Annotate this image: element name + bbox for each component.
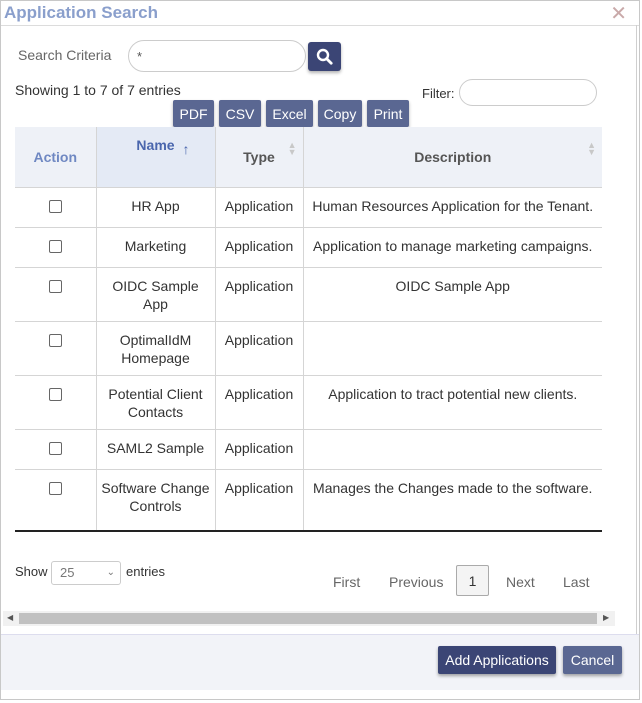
column-header-description[interactable]: Description ▲ ▼ — [302, 127, 602, 188]
row-type: Application — [214, 267, 304, 322]
table-row: Software Change Controls Application Man… — [15, 469, 602, 530]
column-header-type[interactable]: Type ▲ ▼ — [214, 127, 304, 188]
row-select-checkbox[interactable] — [48, 388, 62, 401]
row-type: Application — [214, 187, 304, 228]
column-header-action: Action — [15, 127, 97, 188]
row-name: Software Change Controls — [95, 469, 216, 530]
export-csv-button[interactable]: CSV — [219, 100, 261, 127]
row-name: SAML2 Sample — [95, 429, 216, 470]
row-action-cell — [15, 227, 97, 268]
column-header-label: Type — [243, 149, 275, 165]
row-name: Potential Client Contacts — [95, 375, 216, 430]
search-criteria-label: Search Criteria — [18, 47, 112, 63]
export-print-button[interactable]: Print — [367, 100, 409, 127]
row-type: Application — [214, 429, 304, 470]
row-description: Application to tract potential new clien… — [302, 375, 602, 430]
close-icon[interactable]: ✕ — [610, 4, 627, 24]
add-applications-button[interactable]: Add Applications — [438, 646, 556, 674]
row-action-cell — [15, 321, 97, 376]
export-copy-button[interactable]: Copy — [318, 100, 362, 127]
sort-ascending-icon: ↑ — [182, 141, 190, 157]
table-row: OptimalIdM Homepage Application — [15, 321, 602, 376]
applications-table: Action Name ↑ Type ▲ ▼ Description ▲ ▼ H… — [15, 127, 602, 530]
row-type: Application — [214, 375, 304, 430]
pagination-next[interactable]: Next — [506, 574, 535, 590]
row-type: Application — [214, 469, 304, 530]
entries-per-page-select[interactable]: 25 ⌄ — [51, 561, 121, 585]
row-action-cell — [15, 429, 97, 470]
row-name: HR App — [95, 187, 216, 228]
row-action-cell — [15, 267, 97, 322]
column-header-label: Description — [414, 149, 492, 165]
dialog-right-edge — [636, 25, 637, 687]
search-icon — [316, 48, 333, 65]
entries-per-page-value: 25 — [60, 565, 75, 580]
export-excel-button[interactable]: Excel — [266, 100, 313, 127]
table-row: Potential Client Contacts Application Ap… — [15, 375, 602, 430]
showing-entries-info: Showing 1 to 7 of 7 entries — [15, 82, 181, 98]
search-criteria-input[interactable] — [128, 40, 306, 72]
row-select-checkbox[interactable] — [48, 240, 62, 253]
row-type: Application — [214, 321, 304, 376]
sort-icon: ▲ ▼ — [587, 140, 596, 157]
row-select-checkbox[interactable] — [48, 334, 62, 347]
scrollbar-thumb[interactable] — [19, 613, 597, 624]
row-select-checkbox[interactable] — [48, 442, 62, 455]
pagination-first[interactable]: First — [333, 574, 360, 590]
search-button[interactable] — [308, 42, 341, 71]
row-select-checkbox[interactable] — [48, 280, 62, 293]
chevron-down-icon: ⌄ — [106, 567, 115, 578]
row-name: Marketing — [95, 227, 216, 268]
table-row: HR App Application Human Resources Appli… — [15, 187, 602, 228]
show-label: Show — [15, 564, 48, 579]
application-search-dialog: Application Search ✕ Search Criteria Sho… — [0, 0, 640, 700]
column-header-name[interactable]: Name ↑ — [95, 127, 216, 188]
scroll-left-arrow-icon[interactable]: ◀ — [7, 613, 13, 622]
row-description — [302, 321, 602, 376]
row-description — [302, 429, 602, 470]
table-header-row: Action Name ↑ Type ▲ ▼ Description ▲ ▼ — [15, 127, 602, 188]
row-description: Human Resources Application for the Tena… — [302, 187, 602, 228]
table-row: Marketing Application Application to man… — [15, 227, 602, 268]
pagination-previous[interactable]: Previous — [389, 574, 443, 590]
cancel-button[interactable]: Cancel — [563, 646, 622, 674]
row-select-checkbox[interactable] — [48, 200, 62, 213]
filter-label: Filter: — [422, 86, 455, 101]
dialog-title: Application Search — [4, 3, 158, 22]
row-description: Application to manage marketing campaign… — [302, 227, 602, 268]
entries-label: entries — [126, 564, 166, 579]
table-row: SAML2 Sample Application — [15, 429, 602, 470]
column-header-label: Action — [33, 149, 78, 165]
title-divider — [1, 25, 639, 26]
row-name: OptimalIdM Homepage — [95, 321, 216, 376]
filter-input[interactable] — [459, 79, 597, 106]
scroll-right-arrow-icon[interactable]: ▶ — [603, 613, 609, 622]
row-select-checkbox[interactable] — [48, 482, 62, 495]
row-description: Manages the Changes made to the software… — [302, 469, 602, 530]
sort-icon: ▲ ▼ — [287, 140, 297, 157]
table-row: OIDC Sample App Application OIDC Sample … — [15, 267, 602, 322]
export-pdf-button[interactable]: PDF — [173, 100, 214, 127]
row-type: Application — [214, 227, 304, 268]
pagination-last[interactable]: Last — [563, 574, 589, 590]
pagination-current-page[interactable]: 1 — [456, 565, 489, 596]
row-name: OIDC Sample App — [95, 267, 216, 322]
row-action-cell — [15, 375, 97, 430]
column-header-label: Name — [136, 137, 175, 153]
applications-table-container: Action Name ↑ Type ▲ ▼ Description ▲ ▼ H… — [15, 127, 602, 532]
row-description: OIDC Sample App — [302, 267, 602, 322]
row-action-cell — [15, 469, 97, 530]
horizontal-scrollbar[interactable]: ◀ ▶ — [3, 611, 615, 626]
row-action-cell — [15, 187, 97, 228]
